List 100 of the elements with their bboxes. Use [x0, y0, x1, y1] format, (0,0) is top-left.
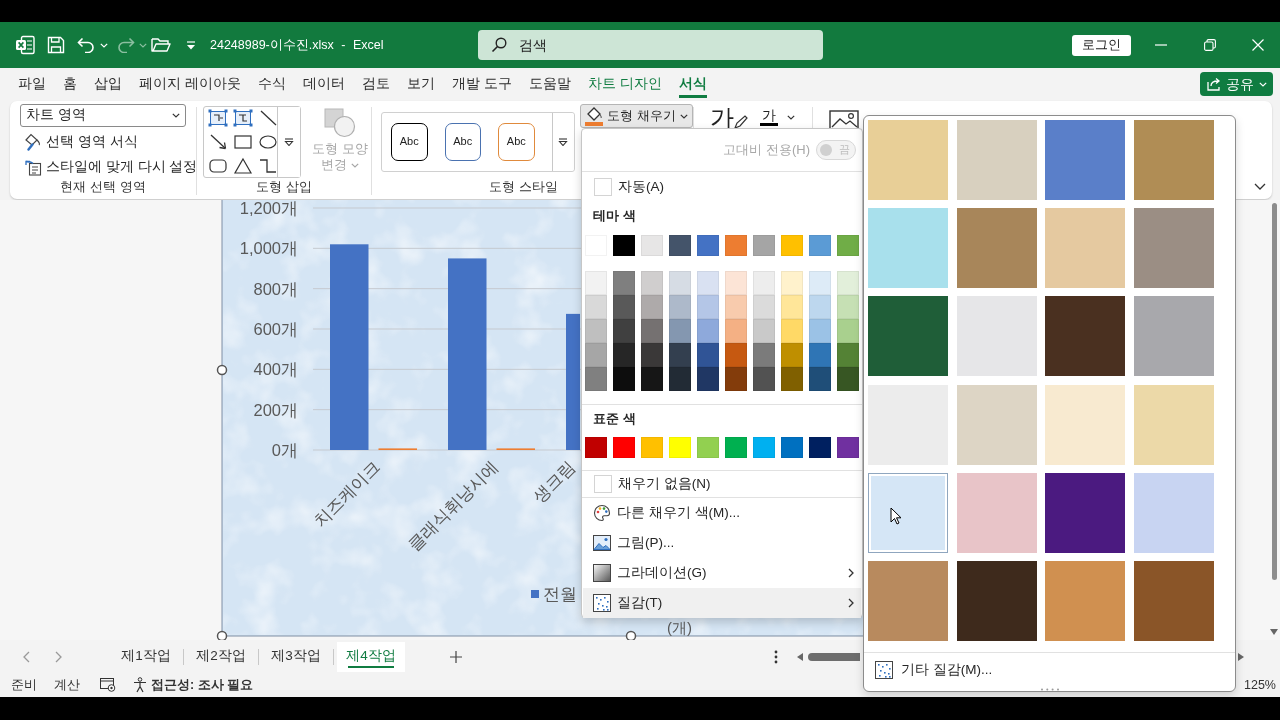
rounded-rectangle-icon[interactable] [208, 157, 228, 175]
scroll-right-icon[interactable] [1238, 652, 1244, 661]
color-swatch-icon[interactable] [641, 235, 663, 256]
wordart-style-button[interactable]: 가 [710, 105, 734, 130]
resize-handle[interactable] [216, 630, 228, 642]
texture-tile[interactable] [868, 208, 948, 289]
ribbon-tab[interactable]: 수식 [257, 70, 286, 98]
triangle-icon[interactable] [233, 157, 253, 175]
ribbon-tab[interactable]: 삽입 [94, 70, 122, 98]
color-swatch-icon[interactable] [837, 295, 859, 319]
share-button[interactable]: 공유 [1200, 72, 1273, 96]
scrollbar-thumb[interactable] [1271, 203, 1277, 580]
collapse-ribbon-icon[interactable] [1254, 183, 1266, 190]
color-swatch-icon[interactable] [669, 367, 691, 391]
color-swatch-icon[interactable] [837, 271, 859, 295]
color-swatch-icon[interactable] [613, 235, 635, 256]
texture-tile[interactable] [1133, 120, 1214, 200]
color-swatch-icon[interactable] [837, 367, 859, 391]
color-swatch-icon[interactable] [725, 437, 747, 458]
texture-tile[interactable] [1045, 208, 1125, 289]
color-swatch-icon[interactable] [585, 319, 607, 343]
resize-handle[interactable] [216, 364, 228, 376]
color-swatch-icon[interactable] [585, 437, 607, 458]
folder-icon[interactable] [151, 37, 171, 53]
save-icon[interactable] [47, 36, 65, 54]
texture-tile[interactable] [956, 208, 1037, 289]
color-swatch-icon[interactable] [753, 319, 775, 343]
color-swatch-icon[interactable] [781, 235, 803, 256]
texture-tile[interactable] [1133, 296, 1214, 377]
color-swatch-icon[interactable] [753, 235, 775, 256]
color-swatch-icon[interactable] [641, 319, 663, 343]
texture-tile[interactable] [1045, 560, 1125, 641]
accessibility-icon[interactable] [132, 677, 148, 693]
vertical-text-box-icon[interactable] [233, 109, 253, 127]
color-swatch-icon[interactable] [837, 319, 859, 343]
color-swatch-icon[interactable] [697, 235, 719, 256]
color-swatch-icon[interactable] [613, 319, 635, 343]
minimize-icon[interactable] [1155, 44, 1167, 46]
customize-toolbar-icon[interactable] [186, 40, 196, 50]
ribbon-tab[interactable]: 파일 [18, 70, 46, 98]
close-icon[interactable] [1252, 39, 1264, 51]
color-swatch-icon[interactable] [753, 271, 775, 295]
color-swatch-icon[interactable] [641, 271, 663, 295]
ribbon-tab[interactable]: 서식 [678, 70, 707, 98]
color-swatch-icon[interactable] [837, 343, 859, 367]
color-swatch-icon[interactable] [669, 235, 691, 256]
sheet-tab[interactable]: 제1작업 [112, 641, 180, 672]
gallery-more-button[interactable] [551, 113, 574, 171]
menu-item[interactable]: 그라데이션(G) [583, 558, 861, 588]
color-swatch-icon[interactable] [837, 437, 859, 458]
ribbon-button[interactable]: 선택 영역 서식 [20, 129, 142, 155]
color-swatch-icon[interactable] [753, 367, 775, 391]
menu-item[interactable]: 다른 채우기 색(M)... [583, 498, 861, 528]
scroll-down-icon[interactable] [1270, 629, 1278, 635]
color-swatch-icon[interactable] [725, 343, 747, 367]
color-swatch-icon[interactable] [613, 367, 635, 391]
color-swatch-icon[interactable] [613, 295, 635, 319]
color-swatch-icon[interactable] [809, 235, 831, 256]
shape-style-preset[interactable]: Abc [498, 123, 535, 161]
color-swatch-icon[interactable] [669, 271, 691, 295]
color-swatch-icon[interactable] [781, 437, 803, 458]
ribbon-tab[interactable]: 개발 도구 [451, 70, 512, 98]
color-swatch-icon[interactable] [753, 437, 775, 458]
texture-tile[interactable] [1045, 120, 1125, 200]
caret-icon[interactable] [172, 112, 180, 118]
color-swatch-icon[interactable] [725, 367, 747, 391]
color-swatch-icon[interactable] [809, 367, 831, 391]
sheet-tab[interactable]: 제2작업 [187, 641, 255, 672]
texture-tile[interactable] [1133, 208, 1214, 289]
color-swatch-icon[interactable] [697, 271, 719, 295]
color-swatch-icon[interactable] [837, 235, 859, 256]
texture-tile[interactable] [956, 120, 1037, 200]
more-options-icon[interactable] [774, 649, 778, 664]
color-swatch-icon[interactable] [697, 367, 719, 391]
resize-grip-icon[interactable] [1039, 687, 1060, 691]
caret-icon[interactable] [787, 115, 795, 120]
sign-in-button[interactable]: 로그인 [1072, 34, 1131, 56]
redo-icon[interactable] [117, 37, 135, 53]
line-icon[interactable] [258, 109, 278, 127]
text-box-icon[interactable] [208, 109, 228, 127]
color-swatch-icon[interactable] [669, 319, 691, 343]
sheet-tab[interactable]: 제4작업 [337, 641, 405, 672]
zoom-level[interactable]: 125% [1244, 677, 1276, 693]
color-swatch-icon[interactable] [781, 367, 803, 391]
color-swatch-icon[interactable] [697, 319, 719, 343]
ribbon-tab[interactable]: 도움말 [528, 70, 571, 98]
texture-tile[interactable] [956, 296, 1037, 377]
color-swatch-icon[interactable] [725, 319, 747, 343]
color-swatch-icon[interactable] [585, 295, 607, 319]
color-swatch-icon[interactable] [781, 271, 803, 295]
color-swatch-icon[interactable] [697, 295, 719, 319]
oval-icon[interactable] [258, 133, 278, 151]
macro-record-icon[interactable] [100, 678, 116, 692]
texture-tile[interactable] [868, 120, 948, 200]
color-swatch-icon[interactable] [809, 319, 831, 343]
texture-tile[interactable] [956, 560, 1037, 641]
texture-tile[interactable] [868, 472, 948, 553]
chevron-right-icon[interactable] [55, 650, 62, 663]
resize-handle[interactable] [625, 630, 637, 642]
menu-item[interactable]: 채우기 없음(N) [583, 471, 861, 497]
